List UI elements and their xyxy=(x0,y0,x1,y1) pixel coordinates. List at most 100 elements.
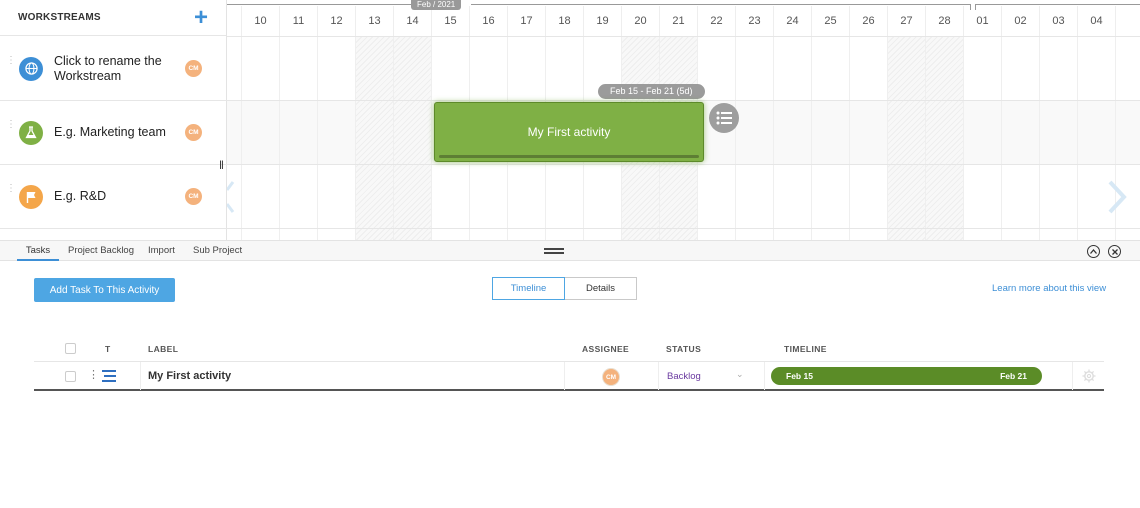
day-header: 16 xyxy=(470,6,508,36)
day-header: 11 xyxy=(280,6,318,36)
cell-divider xyxy=(764,362,765,390)
day-header: 28 xyxy=(926,6,964,36)
day-header: 15 xyxy=(432,6,470,36)
day-header: 03 xyxy=(1040,6,1078,36)
row-menu-icon[interactable]: ⋮ xyxy=(88,368,99,381)
add-task-button[interactable]: Add Task To This Activity xyxy=(34,278,175,302)
tab-sub-project[interactable]: Sub Project xyxy=(193,241,242,261)
activity-progress-bar xyxy=(439,155,699,158)
day-header: 27 xyxy=(888,6,926,36)
activity-type-icon xyxy=(102,369,116,387)
day-column[interactable] xyxy=(736,36,774,240)
day-column[interactable] xyxy=(1002,36,1040,240)
flask-icon xyxy=(19,120,43,145)
day-column[interactable] xyxy=(318,36,356,240)
table-header: T LABEL ASSIGNEE STATUS TIMELINE xyxy=(34,340,1104,360)
scroll-right-arrow[interactable] xyxy=(1106,180,1128,219)
cell-divider xyxy=(140,362,141,390)
drag-handle-icon[interactable]: ⋮ xyxy=(6,56,16,66)
avatar[interactable]: CM xyxy=(185,60,202,77)
column-header-status[interactable]: STATUS xyxy=(666,344,701,354)
panel-drag-handle[interactable] xyxy=(544,248,564,254)
day-column[interactable] xyxy=(774,36,812,240)
workstream-row[interactable]: ⋮ E.g. R&D CM xyxy=(0,165,227,229)
day-header: 21 xyxy=(660,6,698,36)
weekend-column[interactable] xyxy=(356,36,394,240)
table-row[interactable]: ⋮ My First activity CM Backlog ⌄ Feb 15 … xyxy=(34,361,1104,391)
day-header: 24 xyxy=(774,6,812,36)
tab-project-backlog[interactable]: Project Backlog xyxy=(68,241,134,261)
chevron-up-icon[interactable] xyxy=(1087,245,1100,258)
panel-resize-handle[interactable]: ‖ xyxy=(219,158,224,172)
column-header-label[interactable]: LABEL xyxy=(148,344,178,354)
day-column[interactable] xyxy=(964,36,1002,240)
workstream-label[interactable]: Click to rename the Workstream xyxy=(54,54,172,84)
workstream-label[interactable]: E.g. R&D xyxy=(54,189,172,204)
day-header: 26 xyxy=(850,6,888,36)
day-column[interactable] xyxy=(850,36,888,240)
day-header: 22 xyxy=(698,6,736,36)
day-header: 23 xyxy=(736,6,774,36)
gear-icon[interactable] xyxy=(1082,369,1096,388)
flag-icon xyxy=(19,184,43,209)
bottom-tabs-bar: Tasks Project Backlog Import Sub Project xyxy=(0,240,1140,261)
day-header: 18 xyxy=(546,6,584,36)
view-toggle: Timeline Details xyxy=(492,277,637,300)
day-header: 20 xyxy=(622,6,660,36)
day-header: 10 xyxy=(242,6,280,36)
day-header: 01 xyxy=(964,6,1002,36)
row-divider xyxy=(227,164,1140,165)
month-bracket xyxy=(471,4,971,10)
day-header: 13 xyxy=(356,6,394,36)
list-icon xyxy=(716,111,732,125)
select-all-checkbox[interactable] xyxy=(65,343,76,354)
day-column[interactable] xyxy=(812,36,850,240)
scroll-left-arrow[interactable] xyxy=(225,180,235,219)
tab-tasks[interactable]: Tasks xyxy=(17,241,59,261)
weekend-column[interactable] xyxy=(394,36,432,240)
day-column[interactable] xyxy=(242,36,280,240)
month-label: Feb / 2021 xyxy=(411,0,462,10)
weekend-column[interactable] xyxy=(926,36,964,240)
workstream-row[interactable]: ⋮ E.g. Marketing team CM xyxy=(0,101,227,165)
task-label[interactable]: My First activity xyxy=(148,370,231,382)
workstream-row[interactable]: ⋮ Click to rename the Workstream CM xyxy=(0,37,227,101)
chevron-down-icon[interactable]: ⌄ xyxy=(736,369,744,380)
drag-handle-icon[interactable]: ⋮ xyxy=(6,120,16,130)
drag-handle-icon[interactable]: ⋮ xyxy=(6,184,16,194)
workstream-label[interactable]: E.g. Marketing team xyxy=(54,125,172,140)
month-bracket xyxy=(227,4,411,10)
day-header: 19 xyxy=(584,6,622,36)
status-select[interactable]: Backlog xyxy=(667,371,701,382)
activity-bar[interactable]: My First activity xyxy=(434,102,704,162)
gantt-area: 9101112131415161718192021222324252627280… xyxy=(0,0,1140,240)
globe-icon xyxy=(19,56,43,81)
timeline-view-button[interactable]: Timeline xyxy=(492,277,565,300)
task-timeline-bar[interactable]: Feb 15 Feb 21 xyxy=(771,367,1042,385)
close-icon[interactable] xyxy=(1108,245,1121,258)
day-column[interactable] xyxy=(1040,36,1078,240)
column-header-timeline[interactable]: TIMELINE xyxy=(784,344,827,354)
assignee-avatar[interactable]: CM xyxy=(602,368,620,386)
column-header-assignee[interactable]: ASSIGNEE xyxy=(582,344,629,354)
column-header-type: T xyxy=(105,344,111,354)
chevron-right-icon xyxy=(1108,180,1127,214)
activity-date-range: Feb 15 - Feb 21 (5d) xyxy=(598,84,705,99)
activity-menu-button[interactable] xyxy=(709,103,739,133)
tab-import[interactable]: Import xyxy=(148,241,175,261)
row-divider xyxy=(227,228,1140,229)
weekend-column[interactable] xyxy=(888,36,926,240)
learn-more-link[interactable]: Learn more about this view xyxy=(992,283,1106,294)
details-view-button[interactable]: Details xyxy=(565,277,637,300)
day-header: 04 xyxy=(1078,6,1116,36)
activity-label: My First activity xyxy=(527,125,611,139)
day-column[interactable] xyxy=(280,36,318,240)
row-checkbox[interactable] xyxy=(65,371,76,382)
timeline-start: Feb 15 xyxy=(786,371,813,381)
avatar[interactable]: CM xyxy=(185,188,202,205)
day-header: 02 xyxy=(1002,6,1040,36)
add-workstream-button[interactable]: + xyxy=(194,5,208,30)
avatar[interactable]: CM xyxy=(185,124,202,141)
day-header: 12 xyxy=(318,6,356,36)
cell-divider xyxy=(658,362,659,390)
